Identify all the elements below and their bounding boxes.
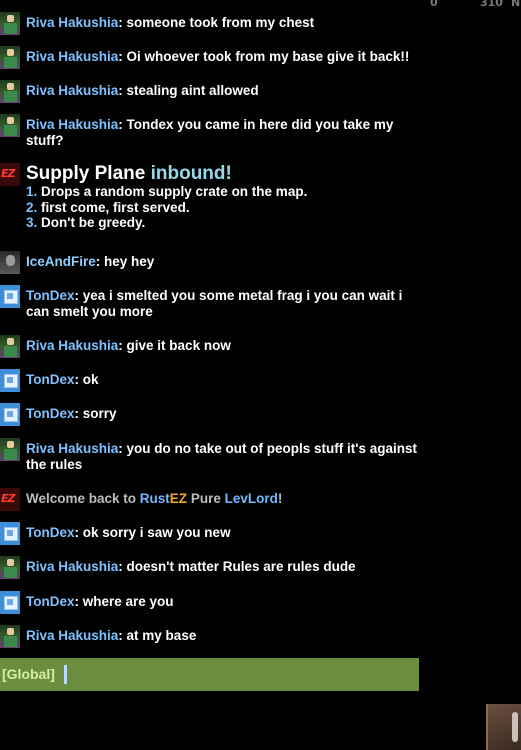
player-name[interactable]: Riva Hakushia <box>26 49 118 64</box>
message-text: : yea i smelted you some metal frag i yo… <box>26 288 403 319</box>
compass-heading: 310 <box>480 0 503 9</box>
text-caret <box>64 665 67 684</box>
player-avatar-icon <box>0 369 20 392</box>
announcement-item: 1. Drops a random supply crate on the ma… <box>26 184 308 199</box>
server-logo-icon: EZ <box>0 488 20 511</box>
message-text: : where are you <box>74 594 174 609</box>
player-name[interactable]: Riva Hakushia <box>26 15 118 30</box>
player-avatar-icon <box>0 522 20 545</box>
player-avatar-icon <box>0 285 20 308</box>
player-name[interactable]: TonDex <box>26 406 75 421</box>
message-text: : Oi whoever took from my base give it b… <box>118 49 410 64</box>
player-name[interactable]: Riva Hakushia <box>26 628 118 643</box>
player-avatar-icon <box>0 12 20 35</box>
player-name[interactable]: Riva Hakushia <box>26 441 118 456</box>
player-avatar-icon <box>0 251 20 274</box>
message-text: : someone took from my chest <box>118 15 315 30</box>
announcement-title: Supply Plane inbound! <box>26 163 232 184</box>
player-avatar-icon <box>0 403 20 426</box>
player-avatar-icon <box>0 80 20 103</box>
tool-icon <box>512 712 518 742</box>
compass-mark: 0 <box>430 0 438 9</box>
player-name[interactable]: TonDex <box>26 372 75 387</box>
player-name[interactable]: IceAndFire <box>26 254 96 269</box>
player-avatar-icon <box>0 591 20 614</box>
compass-mark: N <box>511 0 521 9</box>
game-screen: 0 310 N Riva Hakushia: someone took from… <box>0 0 521 750</box>
server-logo-icon: EZ <box>0 163 20 186</box>
player-name[interactable]: TonDex <box>26 288 75 303</box>
compass-bar: 0 310 N <box>420 0 521 9</box>
player-avatar-icon <box>0 625 20 648</box>
message-text: : doesn't matter Rules are rules dude <box>118 559 356 574</box>
player-name[interactable]: Riva Hakushia <box>26 559 118 574</box>
player-name[interactable]: TonDex <box>26 594 75 609</box>
player-name[interactable]: LevLord <box>225 491 278 506</box>
message-text: : at my base <box>118 628 197 643</box>
player-avatar-icon <box>0 335 20 358</box>
chat-channel-label: [Global] <box>2 666 55 682</box>
message-text: : ok <box>74 372 99 387</box>
player-avatar-icon <box>0 556 20 579</box>
player-name[interactable]: Riva Hakushia <box>26 83 118 98</box>
message-text: : stealing aint allowed <box>118 83 259 98</box>
chat-input-bar[interactable]: [Global] <box>0 658 419 691</box>
player-avatar-icon <box>0 46 20 69</box>
player-avatar-icon <box>0 438 20 461</box>
message-text: : hey hey <box>95 254 155 269</box>
announcement-item: 3. Don't be greedy. <box>26 215 146 230</box>
message-text: : give it back now <box>118 338 231 353</box>
player-name[interactable]: TonDex <box>26 525 75 540</box>
player-avatar-icon <box>0 114 20 137</box>
message-text: : ok sorry i saw you new <box>74 525 231 540</box>
message-text: : sorry <box>74 406 117 421</box>
player-name[interactable]: Riva Hakushia <box>26 117 118 132</box>
player-name[interactable]: Riva Hakushia <box>26 338 118 353</box>
announcement-item: 2. first come, first served. <box>26 199 190 215</box>
